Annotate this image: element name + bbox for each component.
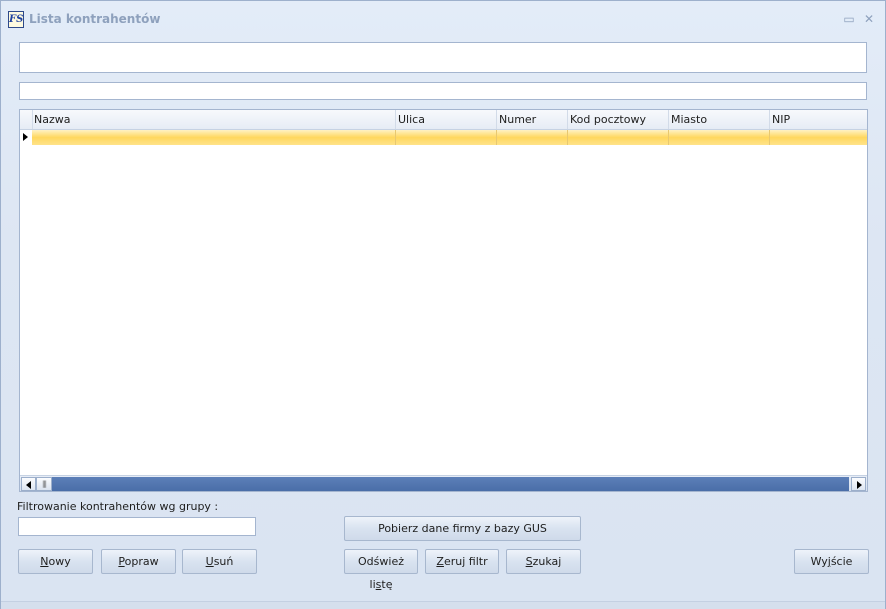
refresh-list-button[interactable]: Odśwież listę bbox=[344, 549, 418, 591]
cell-city[interactable] bbox=[669, 130, 770, 145]
reset-label-key: Z bbox=[436, 555, 444, 568]
scroll-thumb[interactable]: ||| bbox=[36, 477, 52, 491]
search-text-area[interactable] bbox=[19, 42, 867, 73]
current-row-arrow-icon bbox=[23, 133, 28, 141]
arrow-right-icon bbox=[857, 481, 862, 489]
search-button[interactable]: Szukaj bbox=[506, 549, 581, 574]
cell-postal-code[interactable] bbox=[568, 130, 669, 145]
window-title: Lista kontrahentów bbox=[29, 12, 161, 26]
cell-number[interactable] bbox=[497, 130, 568, 145]
arrow-left-icon bbox=[26, 481, 31, 489]
column-header-nip[interactable]: NIP bbox=[770, 110, 867, 129]
horizontal-scrollbar[interactable]: ||| bbox=[20, 475, 867, 491]
quick-filter-input[interactable] bbox=[19, 82, 867, 100]
column-header-street[interactable]: Ulica bbox=[396, 110, 497, 129]
reset-label-post: eruj filtr bbox=[443, 555, 488, 568]
new-label-post: owy bbox=[48, 555, 71, 568]
table-row[interactable] bbox=[20, 130, 867, 145]
edit-label-post: opraw bbox=[124, 555, 159, 568]
column-header-number[interactable]: Numer bbox=[497, 110, 568, 129]
delete-label-key: U bbox=[205, 555, 214, 568]
column-header-city[interactable]: Miasto bbox=[669, 110, 770, 129]
cell-nip[interactable] bbox=[770, 130, 867, 145]
cell-name[interactable] bbox=[32, 130, 396, 145]
contractors-window: FS Lista kontrahentów ▭ ✕ Nazwa Ulica Nu… bbox=[0, 0, 886, 609]
app-logo-icon: FS bbox=[8, 11, 24, 28]
edit-button[interactable]: Popraw bbox=[101, 549, 176, 574]
column-header-name[interactable]: Nazwa bbox=[32, 110, 396, 129]
exit-button[interactable]: Wyjście bbox=[794, 549, 869, 574]
status-bar bbox=[1, 601, 885, 609]
search-label-post: zukaj bbox=[532, 555, 562, 568]
exit-label-post: ście bbox=[830, 555, 853, 568]
search-label-key: S bbox=[525, 555, 533, 568]
new-button[interactable]: Nowy bbox=[18, 549, 93, 574]
column-header-postal-code[interactable]: Kod pocztowy bbox=[568, 110, 669, 129]
grid-header: Nazwa Ulica Numer Kod pocztowy Miasto NI… bbox=[20, 110, 867, 130]
close-icon[interactable]: ✕ bbox=[861, 11, 877, 27]
reset-filter-button[interactable]: Zeruj filtr bbox=[425, 549, 499, 574]
group-filter-label: Filtrowanie kontrahentów wg grupy : bbox=[17, 500, 219, 513]
delete-button[interactable]: Usuń bbox=[182, 549, 257, 574]
scroll-right-button[interactable] bbox=[851, 477, 866, 491]
gus-fetch-button[interactable]: Pobierz dane firmy z bazy GUS bbox=[344, 516, 581, 541]
delete-label-post: suń bbox=[213, 555, 234, 568]
scroll-left-button[interactable] bbox=[21, 477, 36, 491]
maximize-icon[interactable]: ▭ bbox=[841, 11, 857, 27]
refresh-label-post: tę bbox=[381, 578, 393, 591]
group-filter-input[interactable] bbox=[18, 517, 256, 536]
cell-street[interactable] bbox=[396, 130, 497, 145]
title-bar[interactable]: FS Lista kontrahentów ▭ ✕ bbox=[1, 1, 885, 37]
scroll-track[interactable] bbox=[52, 477, 849, 491]
exit-label-pre: Wy bbox=[810, 555, 828, 568]
contractors-grid[interactable]: Nazwa Ulica Numer Kod pocztowy Miasto NI… bbox=[19, 109, 868, 492]
